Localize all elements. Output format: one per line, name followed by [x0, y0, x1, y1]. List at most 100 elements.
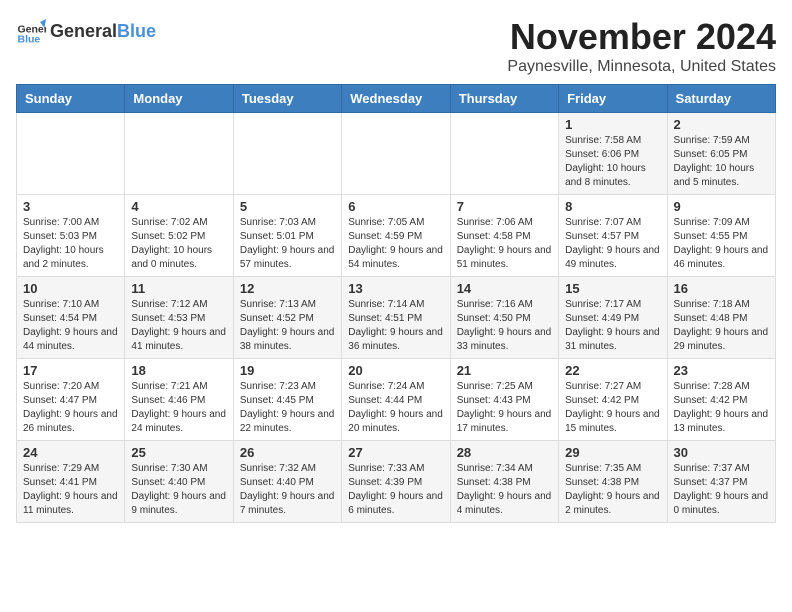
day-number: 7 [457, 199, 552, 214]
day-info: Sunrise: 7:58 AM Sunset: 6:06 PM Dayligh… [565, 134, 660, 190]
day-info: Sunrise: 7:05 AM Sunset: 4:59 PM Dayligh… [348, 216, 443, 272]
day-info: Sunrise: 7:09 AM Sunset: 4:55 PM Dayligh… [674, 216, 769, 272]
header-sunday: Sunday [17, 85, 125, 113]
day-info: Sunrise: 7:07 AM Sunset: 4:57 PM Dayligh… [565, 216, 660, 272]
day-info: Sunrise: 7:06 AM Sunset: 4:58 PM Dayligh… [457, 216, 552, 272]
calendar-cell: 14 Sunrise: 7:16 AM Sunset: 4:50 PM Dayli… [450, 277, 558, 359]
day-info: Sunrise: 7:25 AM Sunset: 4:43 PM Dayligh… [457, 380, 552, 436]
calendar-cell: 4 Sunrise: 7:02 AM Sunset: 5:02 PM Daylig… [125, 195, 233, 277]
day-number: 17 [23, 363, 118, 378]
calendar-cell: 11Sunrise: 7:12 AM Sunset: 4:53 PM Dayli… [125, 277, 233, 359]
calendar-cell: 27Sunrise: 7:33 AM Sunset: 4:39 PM Dayli… [342, 441, 450, 523]
day-info: Sunrise: 7:14 AM Sunset: 4:51 PM Dayligh… [348, 298, 443, 354]
calendar-cell: 30 Sunrise: 7:37 AM Sunset: 4:37 PM Dayli… [667, 441, 775, 523]
calendar-cell: 2Sunrise: 7:59 AM Sunset: 6:05 PM Daylig… [667, 113, 775, 195]
calendar-cell [17, 113, 125, 195]
day-info: Sunrise: 7:20 AM Sunset: 4:47 PM Dayligh… [23, 380, 118, 436]
day-number: 26 [240, 445, 335, 460]
day-info: Sunrise: 7:18 AM Sunset: 4:48 PM Dayligh… [674, 298, 769, 354]
day-info: Sunrise: 7:17 AM Sunset: 4:49 PM Dayligh… [565, 298, 660, 354]
day-number: 28 [457, 445, 552, 460]
week-row-2: 3Sunrise: 7:00 AM Sunset: 5:03 PM Daylig… [17, 195, 776, 277]
day-number: 12 [240, 281, 335, 296]
calendar-cell: 20Sunrise: 7:24 AM Sunset: 4:44 PM Dayli… [342, 359, 450, 441]
day-info: Sunrise: 7:59 AM Sunset: 6:05 PM Dayligh… [674, 134, 769, 190]
calendar-cell: 25 Sunrise: 7:30 AM Sunset: 4:40 PM Dayli… [125, 441, 233, 523]
header: General Blue GeneralBlue November 2024 P… [16, 16, 776, 76]
day-number: 6 [348, 199, 443, 214]
calendar-cell: 22 Sunrise: 7:27 AM Sunset: 4:42 PM Dayli… [559, 359, 667, 441]
calendar-cell: 28 Sunrise: 7:34 AM Sunset: 4:38 PM Dayli… [450, 441, 558, 523]
calendar-cell: 8 Sunrise: 7:07 AM Sunset: 4:57 PM Daylig… [559, 195, 667, 277]
calendar-cell: 15 Sunrise: 7:17 AM Sunset: 4:49 PM Dayli… [559, 277, 667, 359]
week-row-4: 17 Sunrise: 7:20 AM Sunset: 4:47 PM Dayli… [17, 359, 776, 441]
day-info: Sunrise: 7:34 AM Sunset: 4:38 PM Dayligh… [457, 462, 552, 518]
header-friday: Friday [559, 85, 667, 113]
day-number: 10 [23, 281, 118, 296]
day-info: Sunrise: 7:16 AM Sunset: 4:50 PM Dayligh… [457, 298, 552, 354]
calendar-cell: 3Sunrise: 7:00 AM Sunset: 5:03 PM Daylig… [17, 195, 125, 277]
calendar-cell: 16 Sunrise: 7:18 AM Sunset: 4:48 PM Dayli… [667, 277, 775, 359]
calendar-cell: 10Sunrise: 7:10 AM Sunset: 4:54 PM Dayli… [17, 277, 125, 359]
calendar: SundayMondayTuesdayWednesdayThursdayFrid… [16, 84, 776, 523]
calendar-cell: 13 Sunrise: 7:14 AM Sunset: 4:51 PM Dayli… [342, 277, 450, 359]
calendar-cell: 19 Sunrise: 7:23 AM Sunset: 4:45 PM Dayli… [233, 359, 341, 441]
calendar-cell: 29 Sunrise: 7:35 AM Sunset: 4:38 PM Dayli… [559, 441, 667, 523]
day-number: 15 [565, 281, 660, 296]
calendar-cell: 12 Sunrise: 7:13 AM Sunset: 4:52 PM Dayli… [233, 277, 341, 359]
calendar-cell: 7 Sunrise: 7:06 AM Sunset: 4:58 PM Daylig… [450, 195, 558, 277]
day-number: 3 [23, 199, 118, 214]
day-number: 22 [565, 363, 660, 378]
day-info: Sunrise: 7:23 AM Sunset: 4:45 PM Dayligh… [240, 380, 335, 436]
day-number: 29 [565, 445, 660, 460]
day-number: 14 [457, 281, 552, 296]
day-number: 25 [131, 445, 226, 460]
header-thursday: Thursday [450, 85, 558, 113]
svg-text:Blue: Blue [18, 33, 41, 45]
day-info: Sunrise: 7:37 AM Sunset: 4:37 PM Dayligh… [674, 462, 769, 518]
header-tuesday: Tuesday [233, 85, 341, 113]
week-row-3: 10Sunrise: 7:10 AM Sunset: 4:54 PM Dayli… [17, 277, 776, 359]
calendar-header-row: SundayMondayTuesdayWednesdayThursdayFrid… [17, 85, 776, 113]
day-info: Sunrise: 7:29 AM Sunset: 4:41 PM Dayligh… [23, 462, 118, 518]
calendar-cell: 5 Sunrise: 7:03 AM Sunset: 5:01 PM Daylig… [233, 195, 341, 277]
logo: General Blue GeneralBlue [16, 16, 156, 46]
day-info: Sunrise: 7:27 AM Sunset: 4:42 PM Dayligh… [565, 380, 660, 436]
day-number: 11 [131, 281, 226, 296]
calendar-cell: 1 Sunrise: 7:58 AM Sunset: 6:06 PM Daylig… [559, 113, 667, 195]
calendar-cell: 24 Sunrise: 7:29 AM Sunset: 4:41 PM Dayli… [17, 441, 125, 523]
day-info: Sunrise: 7:03 AM Sunset: 5:01 PM Dayligh… [240, 216, 335, 272]
week-row-5: 24 Sunrise: 7:29 AM Sunset: 4:41 PM Dayli… [17, 441, 776, 523]
day-number: 19 [240, 363, 335, 378]
day-info: Sunrise: 7:21 AM Sunset: 4:46 PM Dayligh… [131, 380, 226, 436]
day-number: 8 [565, 199, 660, 214]
calendar-cell: 17 Sunrise: 7:20 AM Sunset: 4:47 PM Dayli… [17, 359, 125, 441]
calendar-cell: 23 Sunrise: 7:28 AM Sunset: 4:42 PM Dayli… [667, 359, 775, 441]
day-info: Sunrise: 7:35 AM Sunset: 4:38 PM Dayligh… [565, 462, 660, 518]
calendar-cell: 21Sunrise: 7:25 AM Sunset: 4:43 PM Dayli… [450, 359, 558, 441]
calendar-cell: 26Sunrise: 7:32 AM Sunset: 4:40 PM Dayli… [233, 441, 341, 523]
day-info: Sunrise: 7:30 AM Sunset: 4:40 PM Dayligh… [131, 462, 226, 518]
day-number: 9 [674, 199, 769, 214]
location-title: Paynesville, Minnesota, United States [507, 58, 776, 76]
header-monday: Monday [125, 85, 233, 113]
day-number: 24 [23, 445, 118, 460]
calendar-cell: 18Sunrise: 7:21 AM Sunset: 4:46 PM Dayli… [125, 359, 233, 441]
calendar-cell: 9 Sunrise: 7:09 AM Sunset: 4:55 PM Daylig… [667, 195, 775, 277]
header-saturday: Saturday [667, 85, 775, 113]
day-number: 1 [565, 117, 660, 132]
day-number: 13 [348, 281, 443, 296]
day-number: 20 [348, 363, 443, 378]
day-number: 5 [240, 199, 335, 214]
day-number: 4 [131, 199, 226, 214]
calendar-cell [233, 113, 341, 195]
day-number: 23 [674, 363, 769, 378]
day-info: Sunrise: 7:28 AM Sunset: 4:42 PM Dayligh… [674, 380, 769, 436]
logo-icon: General Blue [16, 16, 46, 46]
day-info: Sunrise: 7:02 AM Sunset: 5:02 PM Dayligh… [131, 216, 226, 272]
day-number: 16 [674, 281, 769, 296]
day-info: Sunrise: 7:13 AM Sunset: 4:52 PM Dayligh… [240, 298, 335, 354]
title-area: November 2024 Paynesville, Minnesota, Un… [507, 16, 776, 76]
day-number: 30 [674, 445, 769, 460]
calendar-cell [125, 113, 233, 195]
